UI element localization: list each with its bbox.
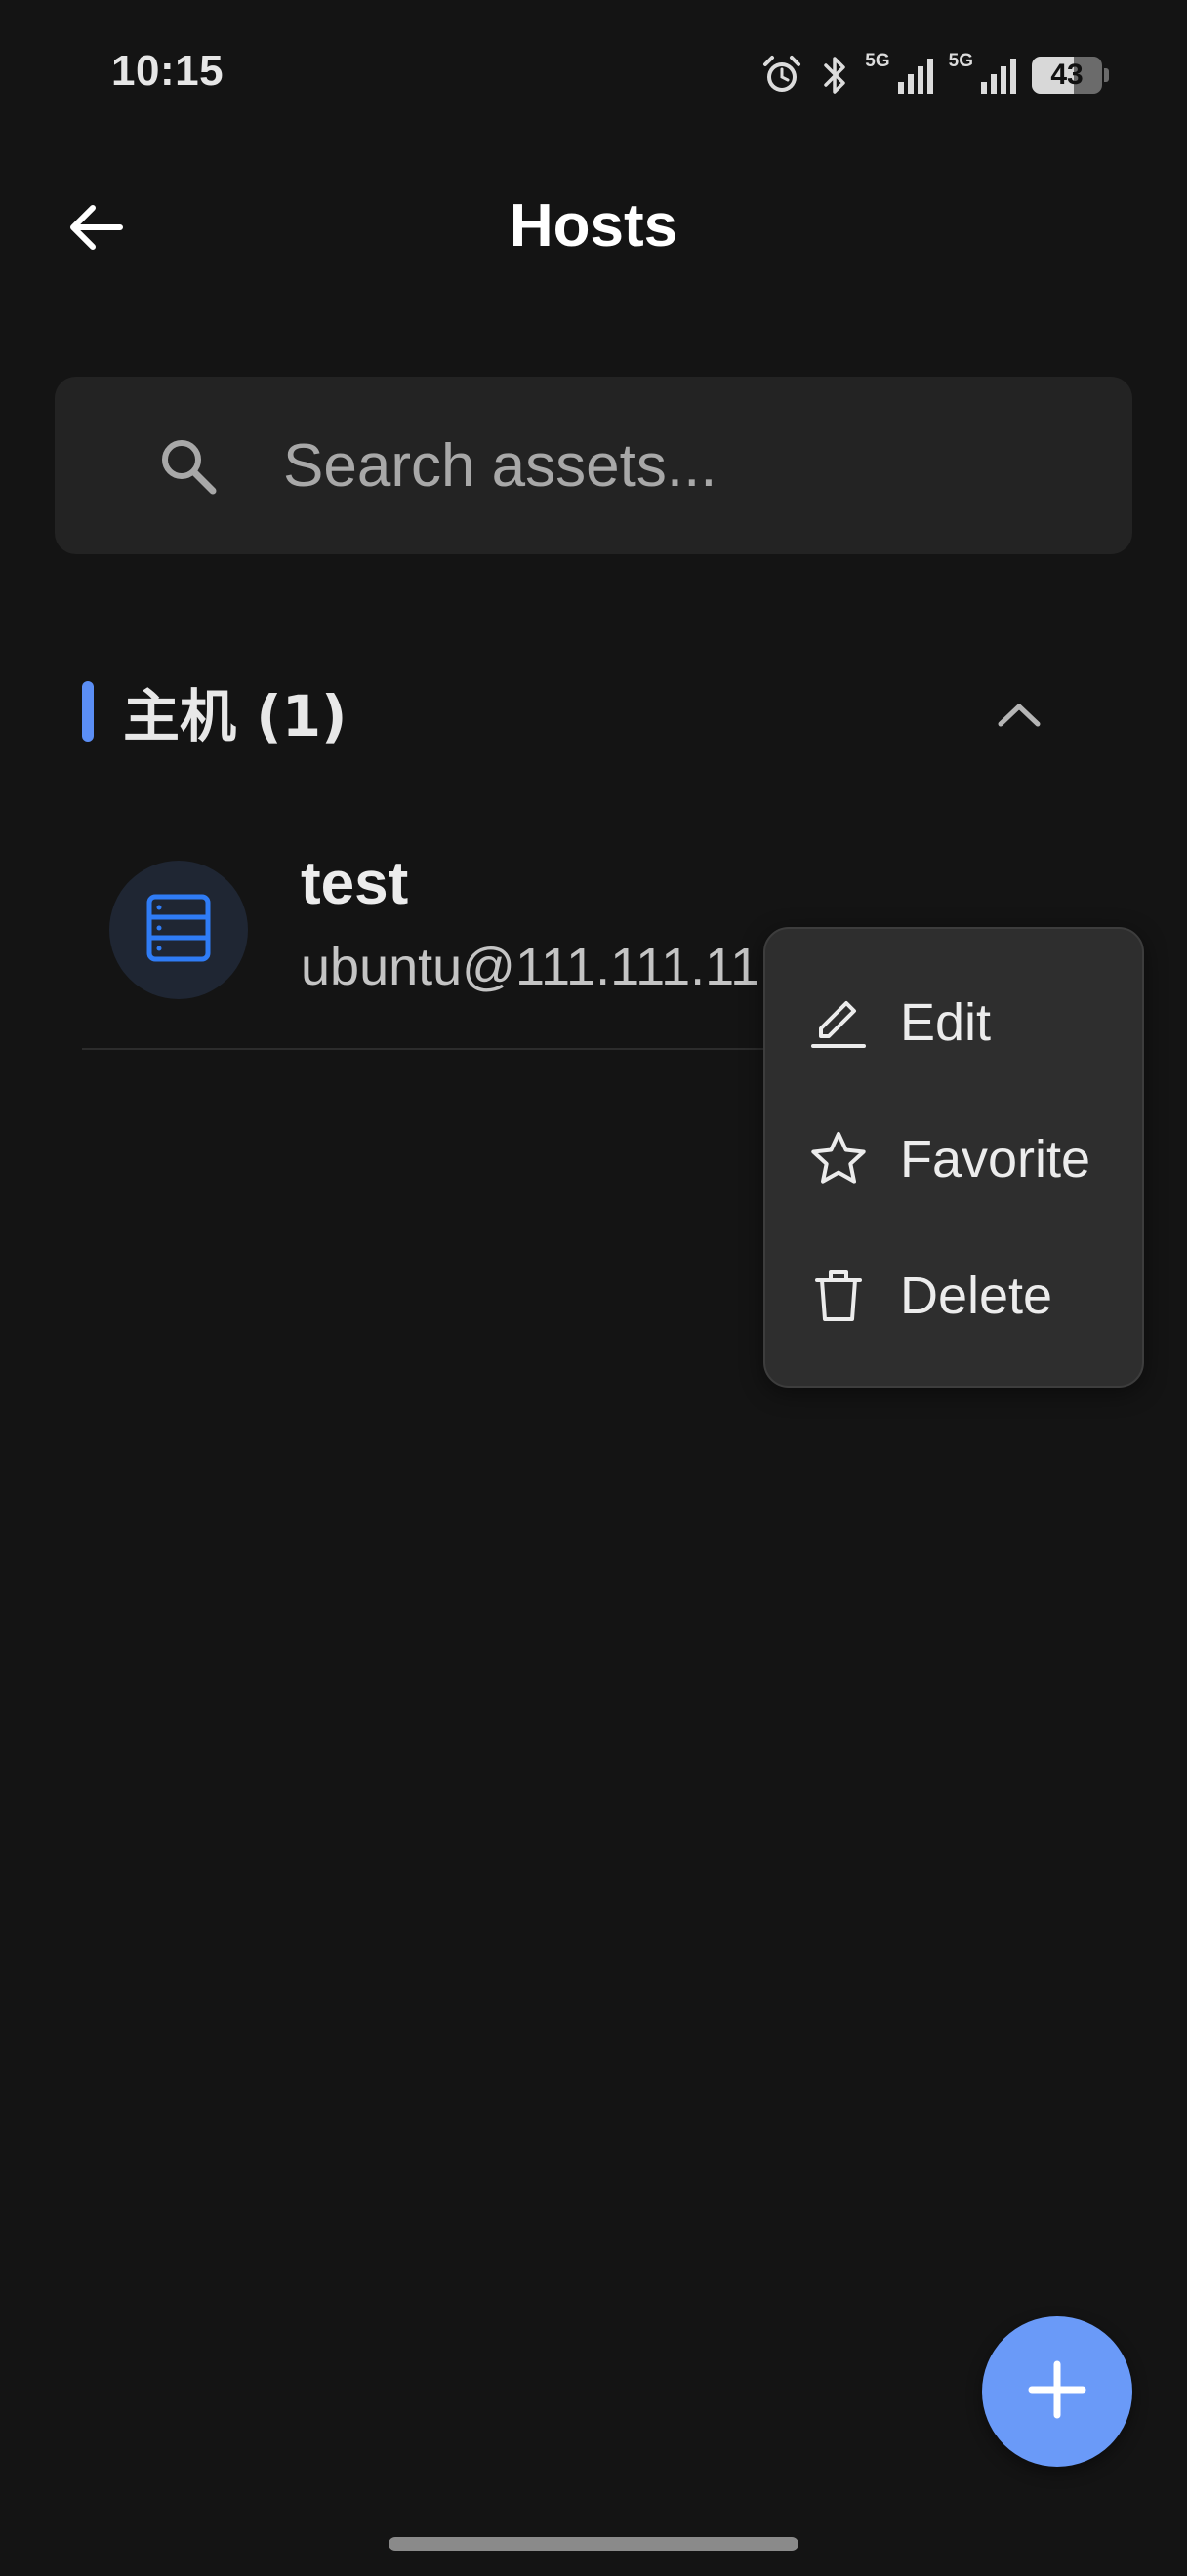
status-icons: 5G 5G 43 xyxy=(759,51,1109,100)
battery-icon: 43 xyxy=(1032,57,1102,94)
trash-icon xyxy=(806,1264,871,1328)
network-type-label: 5G xyxy=(865,51,890,71)
host-avatar xyxy=(109,861,248,999)
menu-item-label: Delete xyxy=(900,1267,1053,1325)
host-address: ubuntu@111.111.11.1 xyxy=(301,938,804,996)
search-icon xyxy=(152,430,223,501)
menu-item-favorite[interactable]: Favorite xyxy=(765,1091,1142,1228)
status-time: 10:15 xyxy=(111,47,225,95)
search-input[interactable] xyxy=(281,429,1132,502)
section-header-hosts[interactable]: 主机 (1) xyxy=(82,667,1078,755)
star-icon xyxy=(806,1127,871,1191)
host-name: test xyxy=(301,850,409,917)
signal-icon xyxy=(896,55,935,96)
server-icon xyxy=(145,893,212,968)
edit-icon xyxy=(806,990,871,1055)
collapse-button[interactable] xyxy=(980,677,1058,755)
alarm-icon xyxy=(759,53,804,98)
context-menu: Edit Favorite Delete xyxy=(763,927,1144,1388)
search-box[interactable] xyxy=(55,377,1132,554)
bluetooth-icon xyxy=(818,53,851,98)
section-title: 主机 (1) xyxy=(123,683,348,749)
menu-item-label: Edit xyxy=(900,993,992,1052)
section-accent-bar xyxy=(82,681,94,742)
hosts-screen: 10:15 5G 5G 43 Hosts Search assets... 主机… xyxy=(0,0,1187,2576)
chevron-up-icon xyxy=(995,699,1044,735)
network-type-label: 5G xyxy=(948,51,973,71)
battery-tip xyxy=(1104,68,1109,82)
menu-item-edit[interactable]: Edit xyxy=(765,954,1142,1091)
home-indicator[interactable] xyxy=(389,2537,798,2551)
page-title: Hosts xyxy=(509,192,678,260)
add-host-button[interactable] xyxy=(982,2316,1132,2467)
battery-level: 43 xyxy=(1050,59,1084,91)
signal-icon xyxy=(979,55,1018,96)
plus-icon xyxy=(1026,2358,1088,2426)
menu-item-delete[interactable]: Delete xyxy=(765,1228,1142,1364)
menu-item-label: Favorite xyxy=(900,1130,1091,1188)
